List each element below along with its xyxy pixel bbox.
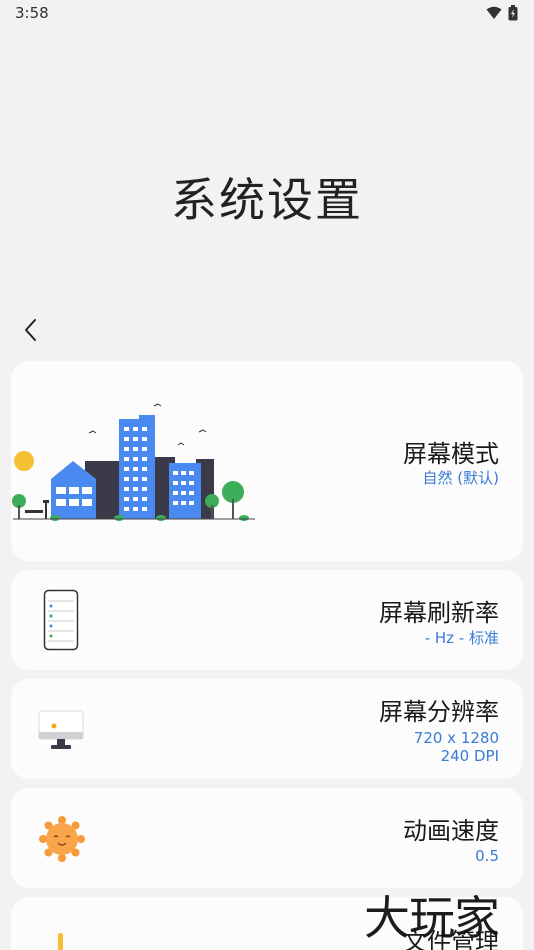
city-illustration [12,403,255,521]
monitor-icon [38,710,84,749]
page-title: 系统设置 [171,173,363,227]
refresh-rate-value: - Hz - 标准 [424,629,499,647]
refresh-rate-card[interactable]: 屏幕刷新率 - Hz - 标准 [11,570,523,670]
screen-mode-title: 屏幕模式 [403,440,499,468]
animation-speed-title: 动画速度 [403,817,499,845]
battery-icon [508,5,518,21]
resolution-value: 720 x 1280 [413,729,499,747]
file-icon [58,933,63,950]
screen-mode-value: 自然 (默认) [422,469,499,487]
wifi-icon [486,6,502,19]
phone-icon [43,589,79,651]
refresh-rate-title: 屏幕刷新率 [379,599,499,627]
watermark-logo: 大玩家 [364,891,500,945]
sun-icon [39,816,85,862]
chevron-left-icon [25,319,36,341]
resolution-title: 屏幕分辨率 [379,698,499,726]
resolution-dpi: 240 DPI [440,747,499,765]
animation-speed-value: 0.5 [475,847,499,865]
resolution-card[interactable]: 屏幕分辨率 720 x 1280 240 DPI [11,679,523,779]
status-time: 3:58 [15,4,49,22]
animation-speed-card[interactable]: 动画速度 0.5 [11,788,523,888]
status-icons [486,5,518,21]
screen-mode-card[interactable]: 屏幕模式 自然 (默认) [11,361,523,561]
status-bar: 3:58 [0,0,534,28]
back-button[interactable] [18,316,44,344]
